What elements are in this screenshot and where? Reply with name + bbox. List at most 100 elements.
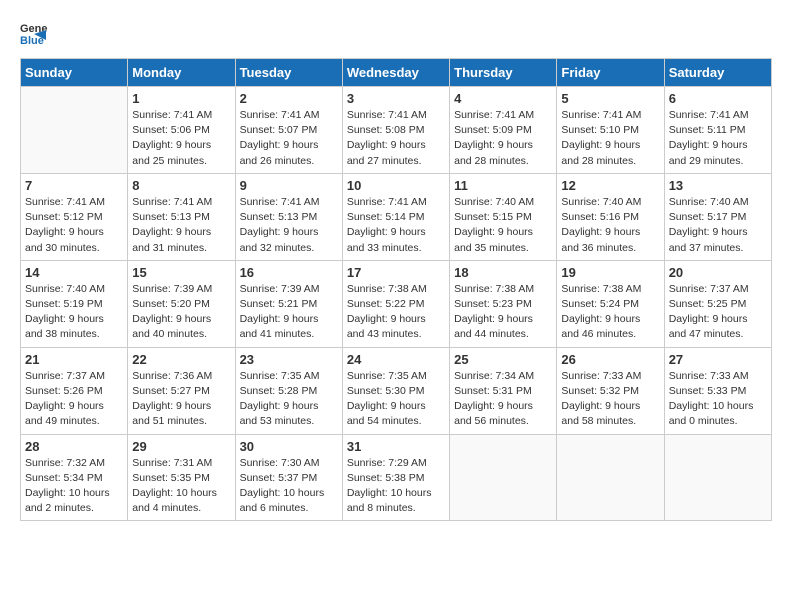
day-number: 3 xyxy=(347,91,445,106)
day-number: 14 xyxy=(25,265,123,280)
day-info: Sunrise: 7:41 AMSunset: 5:07 PMDaylight:… xyxy=(240,108,338,169)
day-number: 21 xyxy=(25,352,123,367)
week-row-3: 14 Sunrise: 7:40 AMSunset: 5:19 PMDayligh… xyxy=(21,260,772,347)
day-info: Sunrise: 7:33 AMSunset: 5:33 PMDaylight:… xyxy=(669,369,767,430)
header-cell-friday: Friday xyxy=(557,59,664,87)
day-info: Sunrise: 7:35 AMSunset: 5:28 PMDaylight:… xyxy=(240,369,338,430)
day-number: 29 xyxy=(132,439,230,454)
day-cell: 17 Sunrise: 7:38 AMSunset: 5:22 PMDayligh… xyxy=(342,260,449,347)
day-number: 19 xyxy=(561,265,659,280)
day-number: 5 xyxy=(561,91,659,106)
svg-text:Blue: Blue xyxy=(20,35,44,47)
day-cell xyxy=(21,87,128,174)
day-info: Sunrise: 7:40 AMSunset: 5:15 PMDaylight:… xyxy=(454,195,552,256)
day-info: Sunrise: 7:30 AMSunset: 5:37 PMDaylight:… xyxy=(240,456,338,517)
day-cell: 2 Sunrise: 7:41 AMSunset: 5:07 PMDaylight… xyxy=(235,87,342,174)
day-number: 17 xyxy=(347,265,445,280)
day-number: 24 xyxy=(347,352,445,367)
week-row-1: 1 Sunrise: 7:41 AMSunset: 5:06 PMDaylight… xyxy=(21,87,772,174)
day-number: 15 xyxy=(132,265,230,280)
day-number: 25 xyxy=(454,352,552,367)
day-number: 1 xyxy=(132,91,230,106)
day-number: 2 xyxy=(240,91,338,106)
day-info: Sunrise: 7:39 AMSunset: 5:20 PMDaylight:… xyxy=(132,282,230,343)
day-cell: 1 Sunrise: 7:41 AMSunset: 5:06 PMDaylight… xyxy=(128,87,235,174)
day-info: Sunrise: 7:41 AMSunset: 5:10 PMDaylight:… xyxy=(561,108,659,169)
day-info: Sunrise: 7:41 AMSunset: 5:12 PMDaylight:… xyxy=(25,195,123,256)
calendar-table: SundayMondayTuesdayWednesdayThursdayFrid… xyxy=(20,58,772,521)
day-cell: 28 Sunrise: 7:32 AMSunset: 5:34 PMDayligh… xyxy=(21,434,128,521)
day-info: Sunrise: 7:38 AMSunset: 5:22 PMDaylight:… xyxy=(347,282,445,343)
day-cell: 20Sunrise: 7:37 AMSunset: 5:25 PMDayligh… xyxy=(664,260,771,347)
day-info: Sunrise: 7:38 AMSunset: 5:24 PMDaylight:… xyxy=(561,282,659,343)
day-number: 10 xyxy=(347,178,445,193)
day-info: Sunrise: 7:41 AMSunset: 5:06 PMDaylight:… xyxy=(132,108,230,169)
day-info: Sunrise: 7:33 AMSunset: 5:32 PMDaylight:… xyxy=(561,369,659,430)
header-cell-saturday: Saturday xyxy=(664,59,771,87)
day-info: Sunrise: 7:31 AMSunset: 5:35 PMDaylight:… xyxy=(132,456,230,517)
day-cell: 5 Sunrise: 7:41 AMSunset: 5:10 PMDaylight… xyxy=(557,87,664,174)
day-cell: 9 Sunrise: 7:41 AMSunset: 5:13 PMDaylight… xyxy=(235,173,342,260)
day-cell: 31 Sunrise: 7:29 AMSunset: 5:38 PMDayligh… xyxy=(342,434,449,521)
day-info: Sunrise: 7:38 AMSunset: 5:23 PMDaylight:… xyxy=(454,282,552,343)
day-number: 26 xyxy=(561,352,659,367)
day-info: Sunrise: 7:41 AMSunset: 5:13 PMDaylight:… xyxy=(132,195,230,256)
day-cell: 10 Sunrise: 7:41 AMSunset: 5:14 PMDayligh… xyxy=(342,173,449,260)
day-cell: 7Sunrise: 7:41 AMSunset: 5:12 PMDaylight… xyxy=(21,173,128,260)
day-cell: 12 Sunrise: 7:40 AMSunset: 5:16 PMDayligh… xyxy=(557,173,664,260)
day-info: Sunrise: 7:41 AMSunset: 5:11 PMDaylight:… xyxy=(669,108,767,169)
week-row-4: 21 Sunrise: 7:37 AMSunset: 5:26 PMDayligh… xyxy=(21,347,772,434)
day-number: 12 xyxy=(561,178,659,193)
day-cell: 26 Sunrise: 7:33 AMSunset: 5:32 PMDayligh… xyxy=(557,347,664,434)
day-cell: 22 Sunrise: 7:36 AMSunset: 5:27 PMDayligh… xyxy=(128,347,235,434)
week-row-5: 28 Sunrise: 7:32 AMSunset: 5:34 PMDayligh… xyxy=(21,434,772,521)
day-number: 11 xyxy=(454,178,552,193)
header-cell-wednesday: Wednesday xyxy=(342,59,449,87)
header-cell-tuesday: Tuesday xyxy=(235,59,342,87)
day-number: 9 xyxy=(240,178,338,193)
day-info: Sunrise: 7:40 AMSunset: 5:16 PMDaylight:… xyxy=(561,195,659,256)
day-cell: 6 Sunrise: 7:41 AMSunset: 5:11 PMDaylight… xyxy=(664,87,771,174)
day-info: Sunrise: 7:40 AMSunset: 5:17 PMDaylight:… xyxy=(669,195,767,256)
day-number: 22 xyxy=(132,352,230,367)
day-number: 28 xyxy=(25,439,123,454)
day-info: Sunrise: 7:34 AMSunset: 5:31 PMDaylight:… xyxy=(454,369,552,430)
day-cell: 18 Sunrise: 7:38 AMSunset: 5:23 PMDayligh… xyxy=(450,260,557,347)
day-number: 31 xyxy=(347,439,445,454)
day-cell: 3 Sunrise: 7:41 AMSunset: 5:08 PMDaylight… xyxy=(342,87,449,174)
day-cell: 23 Sunrise: 7:35 AMSunset: 5:28 PMDayligh… xyxy=(235,347,342,434)
day-info: Sunrise: 7:41 AMSunset: 5:08 PMDaylight:… xyxy=(347,108,445,169)
day-cell: 27 Sunrise: 7:33 AMSunset: 5:33 PMDayligh… xyxy=(664,347,771,434)
day-cell: 16 Sunrise: 7:39 AMSunset: 5:21 PMDayligh… xyxy=(235,260,342,347)
day-number: 30 xyxy=(240,439,338,454)
day-cell: 24 Sunrise: 7:35 AMSunset: 5:30 PMDayligh… xyxy=(342,347,449,434)
day-info: Sunrise: 7:37 AMSunset: 5:26 PMDaylight:… xyxy=(25,369,123,430)
page-header: General Blue xyxy=(20,20,772,48)
day-cell: 14 Sunrise: 7:40 AMSunset: 5:19 PMDayligh… xyxy=(21,260,128,347)
day-number: 6 xyxy=(669,91,767,106)
week-row-2: 7Sunrise: 7:41 AMSunset: 5:12 PMDaylight… xyxy=(21,173,772,260)
day-number: 27 xyxy=(669,352,767,367)
day-cell: 21 Sunrise: 7:37 AMSunset: 5:26 PMDayligh… xyxy=(21,347,128,434)
day-info: Sunrise: 7:41 AMSunset: 5:09 PMDaylight:… xyxy=(454,108,552,169)
day-info: Sunrise: 7:41 AMSunset: 5:13 PMDaylight:… xyxy=(240,195,338,256)
day-info: Sunrise: 7:40 AMSunset: 5:19 PMDaylight:… xyxy=(25,282,123,343)
header-cell-sunday: Sunday xyxy=(21,59,128,87)
header-row: SundayMondayTuesdayWednesdayThursdayFrid… xyxy=(21,59,772,87)
day-info: Sunrise: 7:29 AMSunset: 5:38 PMDaylight:… xyxy=(347,456,445,517)
day-number: 4 xyxy=(454,91,552,106)
day-info: Sunrise: 7:36 AMSunset: 5:27 PMDaylight:… xyxy=(132,369,230,430)
day-info: Sunrise: 7:39 AMSunset: 5:21 PMDaylight:… xyxy=(240,282,338,343)
day-info: Sunrise: 7:41 AMSunset: 5:14 PMDaylight:… xyxy=(347,195,445,256)
day-cell: 29 Sunrise: 7:31 AMSunset: 5:35 PMDayligh… xyxy=(128,434,235,521)
header-cell-thursday: Thursday xyxy=(450,59,557,87)
day-number: 18 xyxy=(454,265,552,280)
day-number: 16 xyxy=(240,265,338,280)
day-info: Sunrise: 7:35 AMSunset: 5:30 PMDaylight:… xyxy=(347,369,445,430)
day-info: Sunrise: 7:32 AMSunset: 5:34 PMDaylight:… xyxy=(25,456,123,517)
day-cell: 4 Sunrise: 7:41 AMSunset: 5:09 PMDaylight… xyxy=(450,87,557,174)
logo: General Blue xyxy=(20,20,52,48)
day-cell xyxy=(450,434,557,521)
day-number: 23 xyxy=(240,352,338,367)
day-cell: 30 Sunrise: 7:30 AMSunset: 5:37 PMDayligh… xyxy=(235,434,342,521)
